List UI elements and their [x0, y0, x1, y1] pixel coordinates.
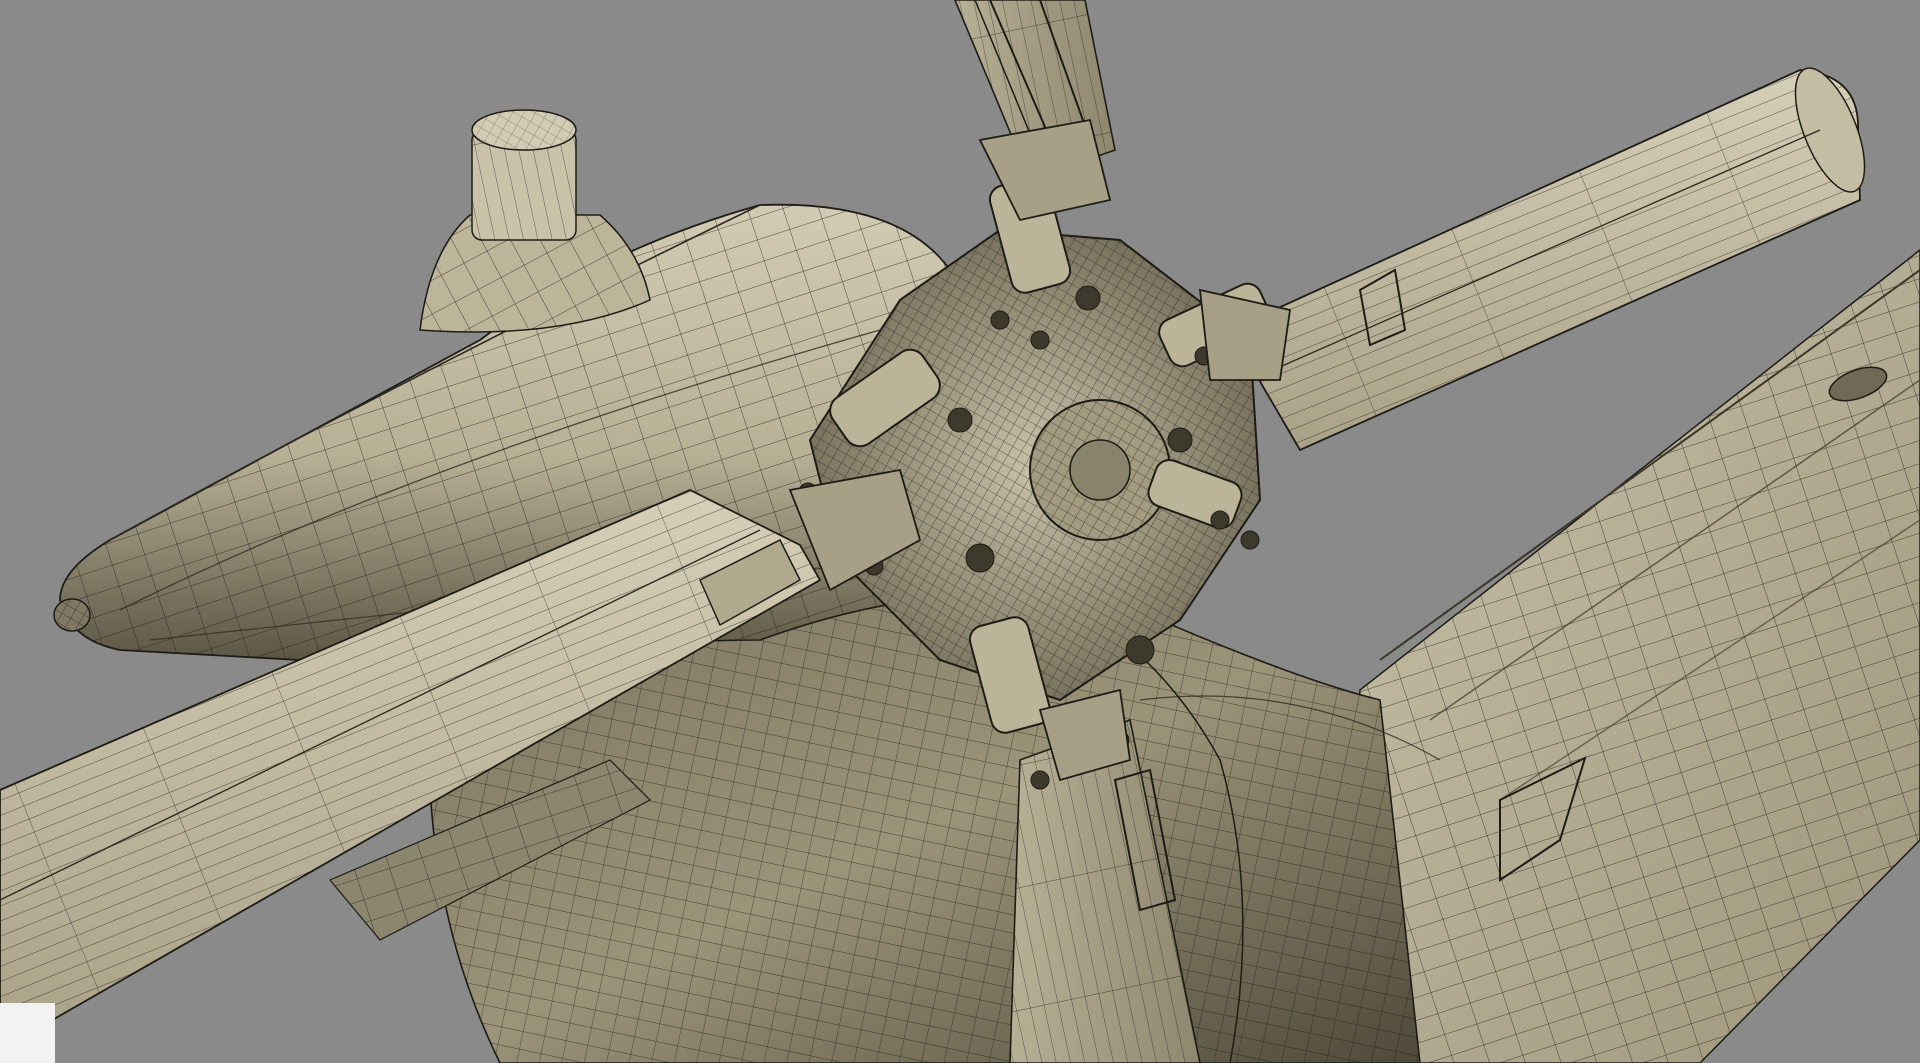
viewport-corner-marker: [0, 1003, 55, 1063]
render-viewport[interactable]: [0, 0, 1920, 1063]
helicopter-rotor-render: [0, 0, 1920, 1063]
